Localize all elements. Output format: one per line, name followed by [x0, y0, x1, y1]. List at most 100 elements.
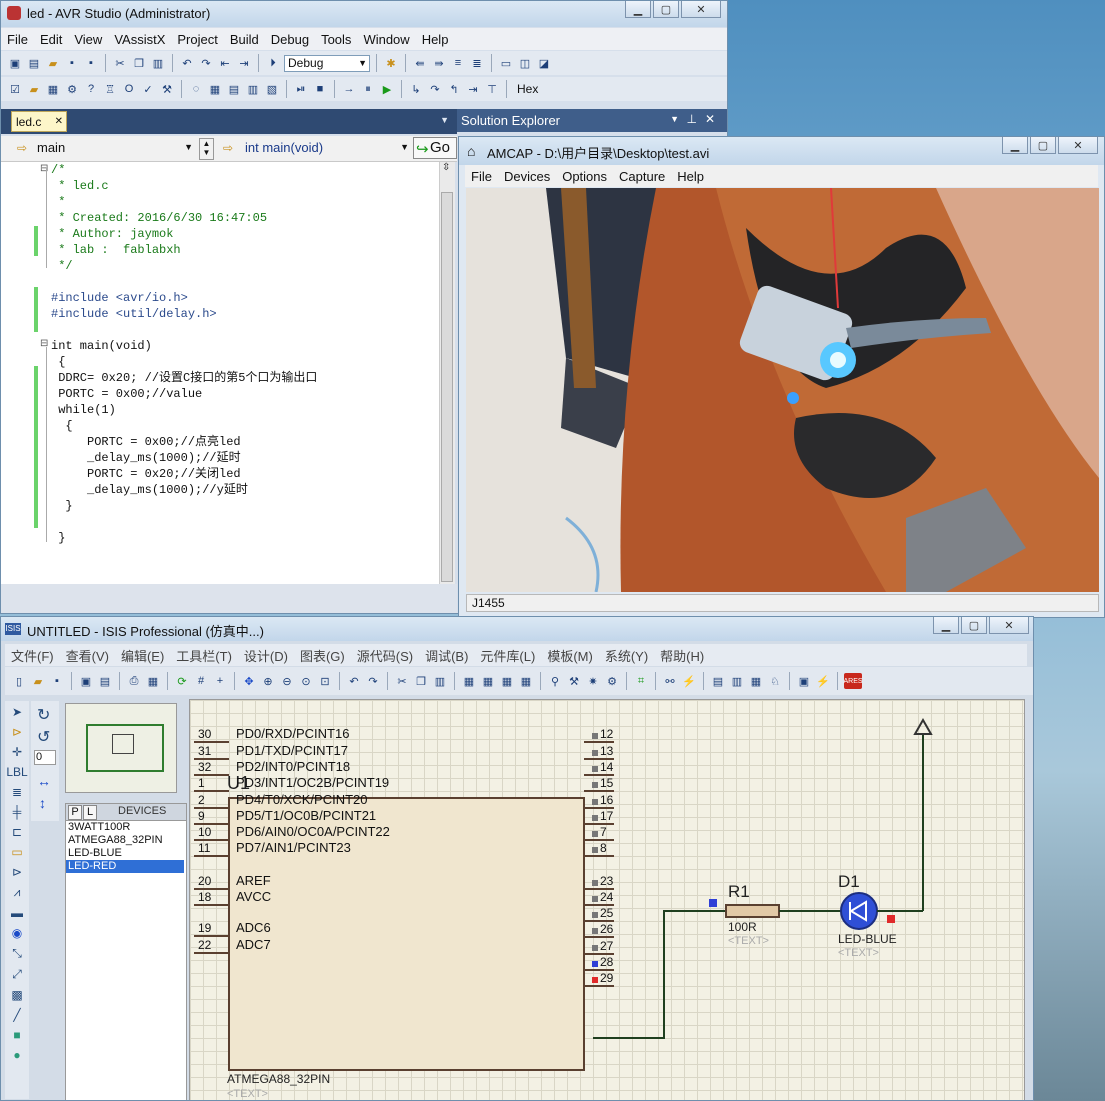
mirror-vertical-icon[interactable]: ↕ — [39, 795, 46, 811]
checklist-icon[interactable]: ☑ — [7, 81, 23, 97]
isis-menu-item[interactable]: 调试(B) — [419, 646, 474, 665]
amcap-menu-item[interactable]: Capture — [613, 169, 671, 184]
breakpoint-icon[interactable]: ◌ — [188, 81, 204, 97]
editor-scrollbar[interactable]: ⇳ — [439, 162, 455, 584]
rotation-input[interactable]: 0 — [34, 750, 56, 765]
device-list-item[interactable]: ATMEGA88_32PIN — [66, 834, 184, 847]
maximize-button[interactable]: ▢ — [1030, 137, 1056, 154]
step-icon[interactable]: → — [341, 81, 357, 97]
stop-debug-icon[interactable]: ■ — [312, 81, 328, 97]
mirror-horizontal-icon[interactable]: ↔ — [37, 773, 51, 789]
navigate-forward-icon[interactable]: ⇥ — [236, 55, 252, 71]
program-icon[interactable]: ⚙ — [64, 81, 80, 97]
led-ref[interactable]: D1 — [838, 872, 860, 892]
avr-menu-item[interactable]: Help — [416, 32, 455, 47]
save-icon[interactable]: ▪ — [49, 673, 65, 689]
reset-icon[interactable]: ⊤ — [484, 81, 500, 97]
editor-tab-led-c[interactable]: led.c ✕ — [11, 111, 67, 132]
isis-menu-item[interactable]: 设计(D) — [238, 646, 294, 665]
print-area-icon[interactable]: ▦ — [145, 673, 161, 689]
close-button[interactable]: ✕ — [1058, 137, 1098, 154]
tape-recorder-icon[interactable]: ▬ — [11, 906, 23, 920]
undo-icon[interactable]: ↶ — [346, 673, 362, 689]
paste-icon[interactable]: ▥ — [432, 673, 448, 689]
register-icon[interactable]: ▤ — [226, 81, 242, 97]
isis-menu-item[interactable]: 工具栏(T) — [170, 646, 238, 665]
save-icon[interactable]: ▪ — [64, 55, 80, 71]
amcap-menu-item[interactable]: Devices — [498, 169, 556, 184]
run-to-cursor-icon[interactable]: ⇥ — [465, 81, 481, 97]
scope-spin-icon[interactable]: ▲ ▼ — [199, 138, 214, 160]
paste-icon[interactable]: ▥ — [150, 55, 166, 71]
zoom-area-icon[interactable]: ⊡ — [317, 673, 333, 689]
step-into-icon[interactable]: ↳ — [408, 81, 424, 97]
zoom-all-icon[interactable]: ⊙ — [298, 673, 314, 689]
avr-menu-item[interactable]: Window — [357, 32, 415, 47]
bom-icon[interactable]: ▣ — [796, 673, 812, 689]
instrument-mode-icon[interactable]: ▩ — [11, 988, 22, 1002]
new-project-icon[interactable]: ▣ — [7, 55, 23, 71]
config-select[interactable]: Debug ▼ — [284, 54, 370, 72]
panel-menu-icon[interactable]: ▼ — [670, 114, 679, 124]
build-icon[interactable]: ⏵ — [265, 55, 281, 71]
amcap-titlebar[interactable]: ⌂ AMCAP - D:\用户目录\Desktop\test.avi ▁ ▢ ✕ — [459, 137, 1104, 165]
os-icon[interactable]: O — [121, 81, 137, 97]
wire-label-mode-icon[interactable]: LBL — [6, 765, 27, 779]
zoom-in-icon[interactable]: ⊕ — [260, 673, 276, 689]
new-sheet-icon[interactable]: ▤ — [710, 673, 726, 689]
rotate-cw-icon[interactable]: ↻ — [37, 705, 50, 725]
undo-icon[interactable]: ↶ — [179, 55, 195, 71]
grid-icon[interactable]: # — [193, 673, 209, 689]
minimize-button[interactable]: ▁ — [1002, 137, 1028, 154]
isis-menu-item[interactable]: 文件(F) — [5, 646, 60, 665]
box-mode-icon[interactable]: ■ — [13, 1028, 20, 1042]
question-icon[interactable]: ? — [83, 81, 99, 97]
pick-from-library-button[interactable]: P — [68, 805, 82, 820]
redraw-icon[interactable]: ⟳ — [174, 673, 190, 689]
wire-autorouter-icon[interactable]: ⌗ — [633, 673, 649, 689]
isis-menu-item[interactable]: 元件库(L) — [474, 646, 541, 665]
indent-icon[interactable]: ⇛ — [431, 55, 447, 71]
block-rotate-icon[interactable]: ▦ — [499, 673, 515, 689]
pin-icon[interactable]: ⊥ — [687, 112, 697, 126]
minimize-button[interactable]: ▁ — [933, 617, 959, 634]
library-manager-button[interactable]: L — [83, 805, 97, 820]
amcap-menu-item[interactable]: Help — [671, 169, 710, 184]
avr-menu-item[interactable]: Build — [224, 32, 265, 47]
terminal-mode-icon[interactable]: ▭ — [11, 845, 22, 859]
message-icon[interactable]: ◪ — [536, 55, 552, 71]
avr-menu-item[interactable]: Debug — [265, 32, 315, 47]
avr-menu-item[interactable]: VAssistX — [108, 32, 171, 47]
find-in-files-icon[interactable]: ✱ — [383, 55, 399, 71]
comment-icon[interactable]: ≡ — [450, 55, 466, 71]
maximize-button[interactable]: ▢ — [961, 617, 987, 634]
line-mode-icon[interactable]: ╱ — [13, 1008, 20, 1022]
pause-icon[interactable]: ⏸ — [360, 81, 376, 97]
isis-menu-item[interactable]: 模板(M) — [541, 646, 599, 665]
start-debug-icon[interactable]: ⏯ — [293, 81, 309, 97]
open-icon[interactable]: ▰ — [45, 55, 61, 71]
outdent-icon[interactable]: ⇚ — [412, 55, 428, 71]
isis-menu-item[interactable]: 系统(Y) — [599, 646, 654, 665]
device-list-item[interactable]: LED-BLUE — [66, 847, 184, 860]
navigate-back-icon[interactable]: ⇤ — [217, 55, 233, 71]
redo-icon[interactable]: ↷ — [198, 55, 214, 71]
save-all-icon[interactable]: ▪ — [83, 55, 99, 71]
avr-menu-item[interactable]: View — [68, 32, 108, 47]
text-script-mode-icon[interactable]: ≣ — [12, 785, 22, 799]
panel-close-icon[interactable]: ✕ — [705, 112, 715, 126]
device-list-item[interactable]: LED-RED — [66, 860, 184, 873]
make-device-icon[interactable]: ⚒ — [566, 673, 582, 689]
circle-mode-icon[interactable]: ● — [13, 1048, 20, 1062]
isis-menu-item[interactable]: 源代码(S) — [351, 646, 419, 665]
open-icon[interactable]: ▰ — [30, 673, 46, 689]
resistor-ref[interactable]: R1 — [728, 882, 750, 902]
bus-mode-icon[interactable]: ╪ — [13, 805, 22, 819]
component-mode-icon[interactable]: ⊳ — [12, 725, 22, 739]
cut-icon[interactable]: ✂ — [112, 55, 128, 71]
tools-icon[interactable]: ⚒ — [159, 81, 175, 97]
go-button[interactable]: ↪ Go — [413, 137, 457, 159]
minimize-button[interactable]: ▁ — [625, 1, 651, 18]
add-item-icon[interactable]: ▤ — [26, 55, 42, 71]
block-delete-icon[interactable]: ▦ — [518, 673, 534, 689]
